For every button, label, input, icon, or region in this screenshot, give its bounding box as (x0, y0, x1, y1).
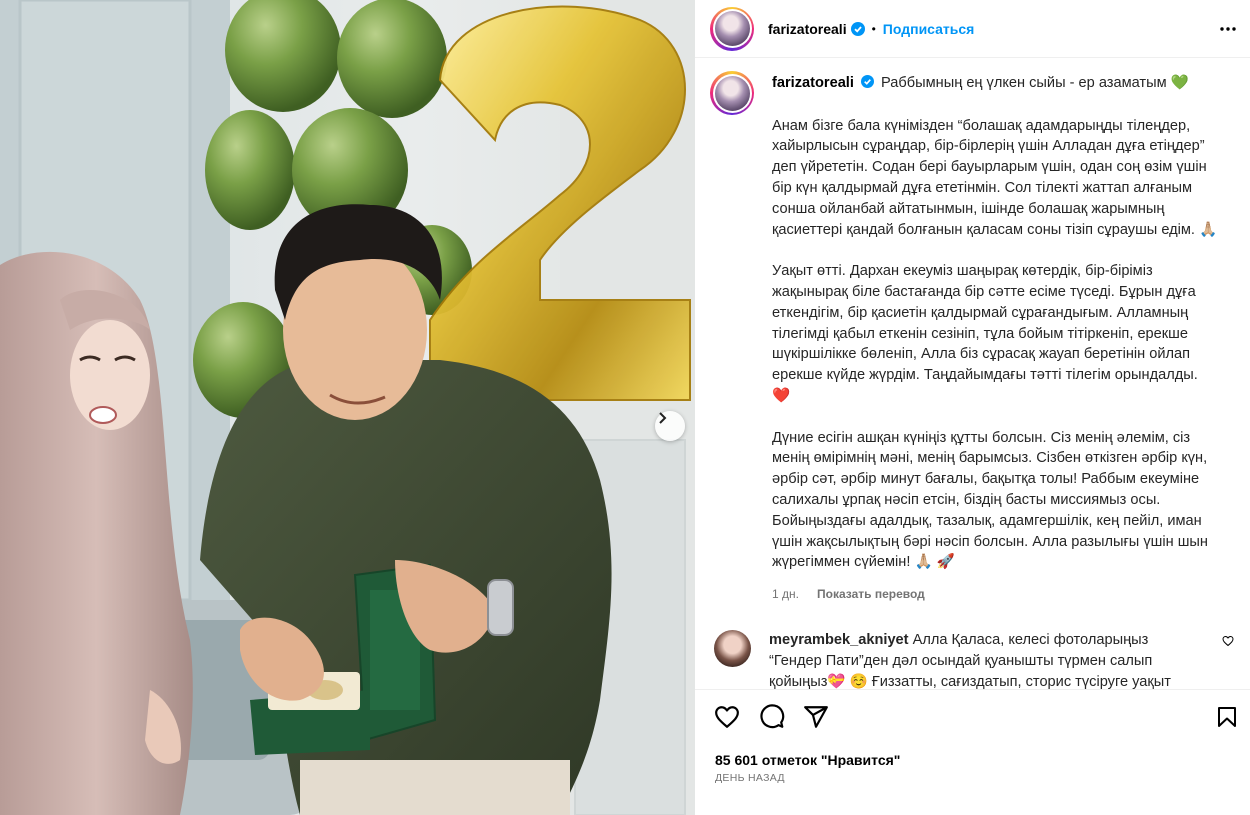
author-username[interactable]: farizatoreali (768, 21, 847, 37)
post-date: ДЕНЬ НАЗАД (715, 772, 785, 784)
photo-illustration (0, 0, 695, 815)
pray-emoji: 🙏🏼 (1199, 221, 1218, 238)
comment-text-line3: қойыңыз💝 ☺️ Ғиззатты, сағиздатып, сторис… (769, 673, 1171, 689)
comment-item: meyrambek_akniyet Алла Қаласа, келесі фо… (710, 629, 1234, 689)
more-horizontal-icon[interactable] (1218, 19, 1238, 44)
post-panel: farizatoreali • Подписаться farizatoreal… (695, 0, 1250, 815)
caption-first-line: farizatoreali Раббымның ең үлкен сыйы - … (772, 73, 1222, 95)
post-photo (0, 0, 695, 815)
verified-badge-icon (860, 74, 874, 95)
likes-count[interactable]: 85 601 отметок "Нравится" (715, 752, 900, 768)
next-photo-button[interactable] (655, 411, 685, 441)
caption-title: Раббымның ең үлкен сыйы - ер азаматым (881, 75, 1167, 91)
follow-button[interactable]: Подписаться (883, 21, 975, 37)
caption-scroll-area[interactable]: farizatoreali Раббымның ең үлкен сыйы - … (695, 59, 1250, 689)
comment-bubble-icon[interactable] (759, 704, 785, 730)
paper-plane-icon[interactable] (803, 704, 829, 730)
verified-badge-icon (850, 21, 865, 36)
comment-avatar[interactable] (714, 629, 751, 667)
author-avatar[interactable] (710, 6, 754, 51)
pray-rocket-emoji: 🙏🏼 🚀 (914, 554, 955, 571)
post-time: 1 дн. (772, 587, 799, 602)
comment-text-line2: “Гендер Пати”ден дәл осындай қуанышты тү… (769, 652, 1153, 669)
caption-avatar[interactable] (710, 71, 754, 115)
bookmark-icon[interactable] (1215, 704, 1239, 730)
red-heart-emoji: ❤️ (772, 387, 791, 404)
translate-button[interactable]: Показать перевод (817, 584, 925, 605)
caption-paragraph-1: Анам бізге бала күнімізден “болашақ адам… (772, 117, 1218, 238)
heart-outline-icon[interactable] (714, 704, 740, 730)
action-bar: 85 601 отметок "Нравится" ДЕНЬ НАЗАД (695, 689, 1250, 815)
caption: farizatoreali Раббымның ең үлкен сыйы - … (710, 71, 1234, 605)
chevron-right-icon (659, 412, 667, 424)
comment-username[interactable]: meyrambek_akniyet (769, 632, 909, 648)
comment-text-line1: Алла Қаласа, келесі фотоларыңыз (912, 631, 1149, 648)
caption-paragraph-2: Уақыт өтті. Дархан екеуміз шаңырақ көтер… (772, 263, 1198, 404)
caption-paragraph-3: Дүние есігін ашқан күніңіз құтты болсын.… (772, 429, 1208, 571)
caption-username[interactable]: farizatoreali (772, 75, 854, 91)
caption-meta: 1 дн. Показать перевод (772, 584, 1222, 605)
separator-dot: • (871, 21, 876, 36)
green-heart-emoji: 💚 (1170, 75, 1189, 91)
comment-like-heart-icon[interactable] (1222, 634, 1234, 652)
post-header: farizatoreali • Подписаться (695, 0, 1250, 58)
